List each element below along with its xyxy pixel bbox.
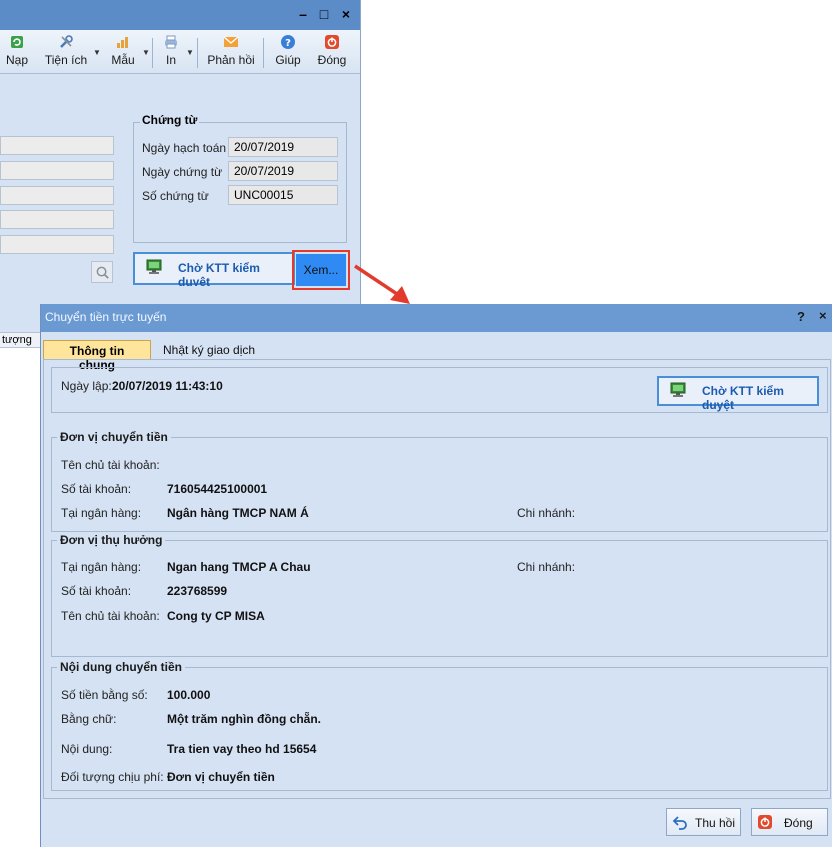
in-dropdown-icon[interactable]: ▼ bbox=[186, 48, 194, 57]
so-chung-tu-label: Số chứng từ bbox=[142, 189, 209, 203]
ten-chu-tk-label: Tên chủ tài khoản: bbox=[61, 458, 160, 472]
close-icon[interactable]: × bbox=[338, 6, 354, 22]
phan-hoi-button[interactable]: Phản hồi bbox=[205, 34, 257, 67]
noi-dung-chuyen-tien-title: Nội dung chuyển tiền bbox=[57, 660, 185, 674]
toolbar-separator bbox=[197, 38, 198, 68]
xem-button-label: Xem... bbox=[296, 254, 346, 286]
in-button[interactable]: In bbox=[158, 34, 184, 67]
don-vi-chuyen-tien-title: Đơn vị chuyển tiền bbox=[57, 430, 171, 444]
red-arrow-icon bbox=[354, 264, 410, 304]
mau-button[interactable]: Mẫu bbox=[108, 34, 138, 67]
envelope-icon bbox=[223, 36, 239, 47]
refresh-icon bbox=[11, 36, 23, 48]
so-tien-label: Số tiền bằng số: bbox=[61, 688, 148, 702]
search-icon bbox=[96, 266, 109, 279]
toolbar-separator bbox=[263, 38, 264, 68]
ngay-lap-label: Ngày lập: bbox=[61, 379, 112, 393]
nap-button[interactable]: Nạp bbox=[4, 34, 30, 67]
tien-ich-dropdown-icon[interactable]: ▼ bbox=[93, 48, 101, 57]
so-tk-label: Số tài khoản: bbox=[61, 482, 132, 496]
ngay-lap-value: 20/07/2019 11:43:10 bbox=[112, 379, 223, 393]
thu-huong-ngan-hang-value: Ngan hang TMCP A Chau bbox=[167, 560, 311, 574]
bang-chu-label: Bằng chữ: bbox=[61, 712, 117, 726]
thu-huong-chi-nhanh-label: Chi nhánh: bbox=[517, 560, 576, 574]
background-title-bar: – □ × bbox=[0, 0, 360, 30]
tien-ich-button[interactable]: Tiện ích bbox=[42, 34, 90, 67]
thu-huong-so-tk-label: Số tài khoản: bbox=[61, 584, 132, 598]
background-input[interactable] bbox=[0, 161, 114, 180]
noi-dung-value: Tra tien vay theo hd 15654 bbox=[167, 742, 317, 756]
maximize-icon[interactable]: □ bbox=[316, 6, 332, 22]
minimize-icon[interactable]: – bbox=[295, 6, 311, 22]
doi-tuong-value: Đơn vị chuyển tiền bbox=[167, 770, 275, 784]
printer-icon bbox=[165, 35, 177, 49]
tab-nhat-ky-giao-dich[interactable]: Nhật ký giao dịch bbox=[155, 340, 263, 360]
help-icon[interactable]: ? bbox=[797, 309, 805, 324]
don-vi-thu-huong-title: Đơn vị thụ hưởng bbox=[57, 533, 166, 547]
so-tien-value: 100.000 bbox=[167, 688, 211, 702]
background-status-button[interactable]: Chờ KTT kiểm duyệt bbox=[133, 252, 295, 289]
thu-huong-ngan-hang-label: Tại ngân hàng: bbox=[61, 560, 142, 574]
giup-button[interactable]: ? Giúp bbox=[273, 34, 303, 67]
grid-area bbox=[0, 348, 40, 847]
ngay-hach-toan-label: Ngày hạch toán bbox=[142, 141, 227, 155]
ngay-chung-tu-field[interactable]: 20/07/2019 bbox=[228, 161, 338, 181]
chung-tu-title: Chứng từ bbox=[140, 113, 200, 127]
chuyen-tien-dialog: Chuyển tiền trực tuyến ? × Thông tin chu… bbox=[40, 304, 832, 847]
bang-chu-value: Một trăm nghìn đồng chẵn. bbox=[167, 712, 321, 726]
dong-toolbar-button[interactable]: Đóng bbox=[315, 34, 349, 67]
ngan-hang-label: Tại ngân hàng: bbox=[61, 506, 142, 520]
thu-hoi-button[interactable]: Thu hồi bbox=[666, 808, 741, 836]
doi-tuong-label: Đối tượng chịu phí: bbox=[61, 770, 164, 784]
undo-icon bbox=[672, 816, 687, 830]
dialog-title-bar: Chuyển tiền trực tuyến ? × bbox=[41, 304, 832, 332]
toolbar-separator bbox=[152, 38, 153, 68]
dialog-title: Chuyển tiền trực tuyến bbox=[45, 310, 167, 324]
power-icon bbox=[758, 815, 772, 829]
thu-huong-ten-chu-tk-value: Cong ty CP MISA bbox=[167, 609, 265, 623]
tab-thong-tin-chung[interactable]: Thông tin chung bbox=[43, 340, 151, 372]
lookup-button[interactable] bbox=[91, 261, 113, 283]
close-icon[interactable]: × bbox=[819, 308, 827, 323]
monitor-icon bbox=[146, 259, 162, 274]
grid-column-header: tượng bbox=[0, 332, 40, 348]
chi-nhanh-label: Chi nhánh: bbox=[517, 506, 576, 520]
ngan-hang-value: Ngân hàng TMCP NAM Á bbox=[167, 506, 309, 520]
ngay-chung-tu-label: Ngày chứng từ bbox=[142, 165, 223, 179]
don-vi-thu-huong-group bbox=[51, 540, 828, 657]
noi-dung-label: Nội dung: bbox=[61, 742, 113, 756]
ngay-hach-toan-field[interactable]: 20/07/2019 bbox=[228, 137, 338, 157]
mau-dropdown-icon[interactable]: ▼ bbox=[142, 48, 150, 57]
dong-button[interactable]: Đóng bbox=[751, 808, 828, 836]
status-button-label: Chờ KTT kiểm duyệt bbox=[702, 384, 784, 412]
status-button[interactable]: Chờ KTT kiểm duyệt bbox=[657, 376, 819, 412]
monitor-icon bbox=[670, 382, 686, 397]
background-input[interactable] bbox=[0, 186, 114, 205]
power-icon bbox=[325, 35, 339, 49]
so-tk-value: 716054425100001 bbox=[167, 482, 268, 496]
xem-button[interactable]: Xem... bbox=[292, 250, 350, 290]
background-input[interactable] bbox=[0, 136, 114, 155]
thu-huong-ten-chu-tk-label: Tên chủ tài khoản: bbox=[61, 609, 160, 623]
thu-huong-so-tk-value: 223768599 bbox=[167, 584, 228, 598]
background-input[interactable] bbox=[0, 235, 114, 254]
help-icon: ? bbox=[281, 35, 295, 49]
background-input[interactable] bbox=[0, 210, 114, 229]
template-icon bbox=[117, 37, 128, 48]
tools-icon bbox=[60, 35, 73, 48]
so-chung-tu-field[interactable]: UNC00015 bbox=[228, 185, 338, 205]
svg-text:?: ? bbox=[285, 38, 291, 49]
toolbar: Nạp Tiện ích ▼ Mẫu ▼ In ▼ Phản hồi ? Giú… bbox=[0, 30, 360, 74]
